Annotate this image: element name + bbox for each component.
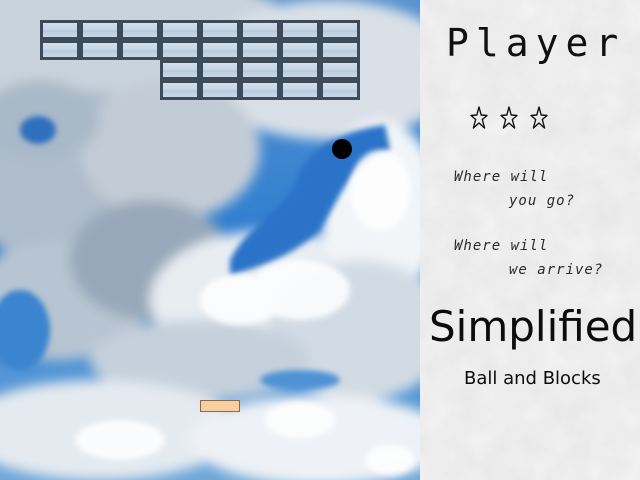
block (120, 40, 160, 60)
block (240, 80, 280, 100)
tagline-line: you go? (509, 193, 576, 209)
block (80, 40, 120, 60)
game-subtitle: Ball and Blocks (464, 368, 601, 389)
tagline-line: we arrive? (509, 262, 604, 278)
game-window: Player Where will you go? Where will we … (0, 0, 640, 480)
block (160, 20, 200, 40)
block (120, 20, 160, 40)
block (320, 80, 360, 100)
block (240, 20, 280, 40)
paddle[interactable] (200, 400, 240, 412)
block (280, 40, 320, 60)
block (40, 40, 80, 60)
block (240, 40, 280, 60)
tagline-line: Where will (454, 169, 549, 185)
star-outline-icon (470, 106, 488, 129)
block (320, 60, 360, 80)
block (320, 40, 360, 60)
star-outline-icon (530, 106, 548, 129)
block (160, 40, 200, 60)
block (200, 60, 240, 80)
ball (332, 139, 352, 159)
block-grid (40, 20, 360, 100)
block (280, 20, 320, 40)
block (280, 60, 320, 80)
block (200, 80, 240, 100)
block (240, 60, 280, 80)
block (80, 20, 120, 40)
block (40, 20, 80, 40)
block (320, 20, 360, 40)
game-title: Simplified (429, 302, 638, 351)
side-panel: Player Where will you go? Where will we … (420, 0, 640, 480)
player-label: Player (446, 21, 626, 65)
playfield[interactable] (0, 0, 420, 480)
block (280, 80, 320, 100)
block (160, 80, 200, 100)
block-row (40, 80, 360, 100)
star-outline-icon (500, 106, 518, 129)
block (160, 60, 200, 80)
block-row (40, 60, 360, 80)
block (200, 20, 240, 40)
block (200, 40, 240, 60)
tagline-line: Where will (454, 238, 549, 254)
block-row (40, 40, 360, 60)
block-row (40, 20, 360, 40)
